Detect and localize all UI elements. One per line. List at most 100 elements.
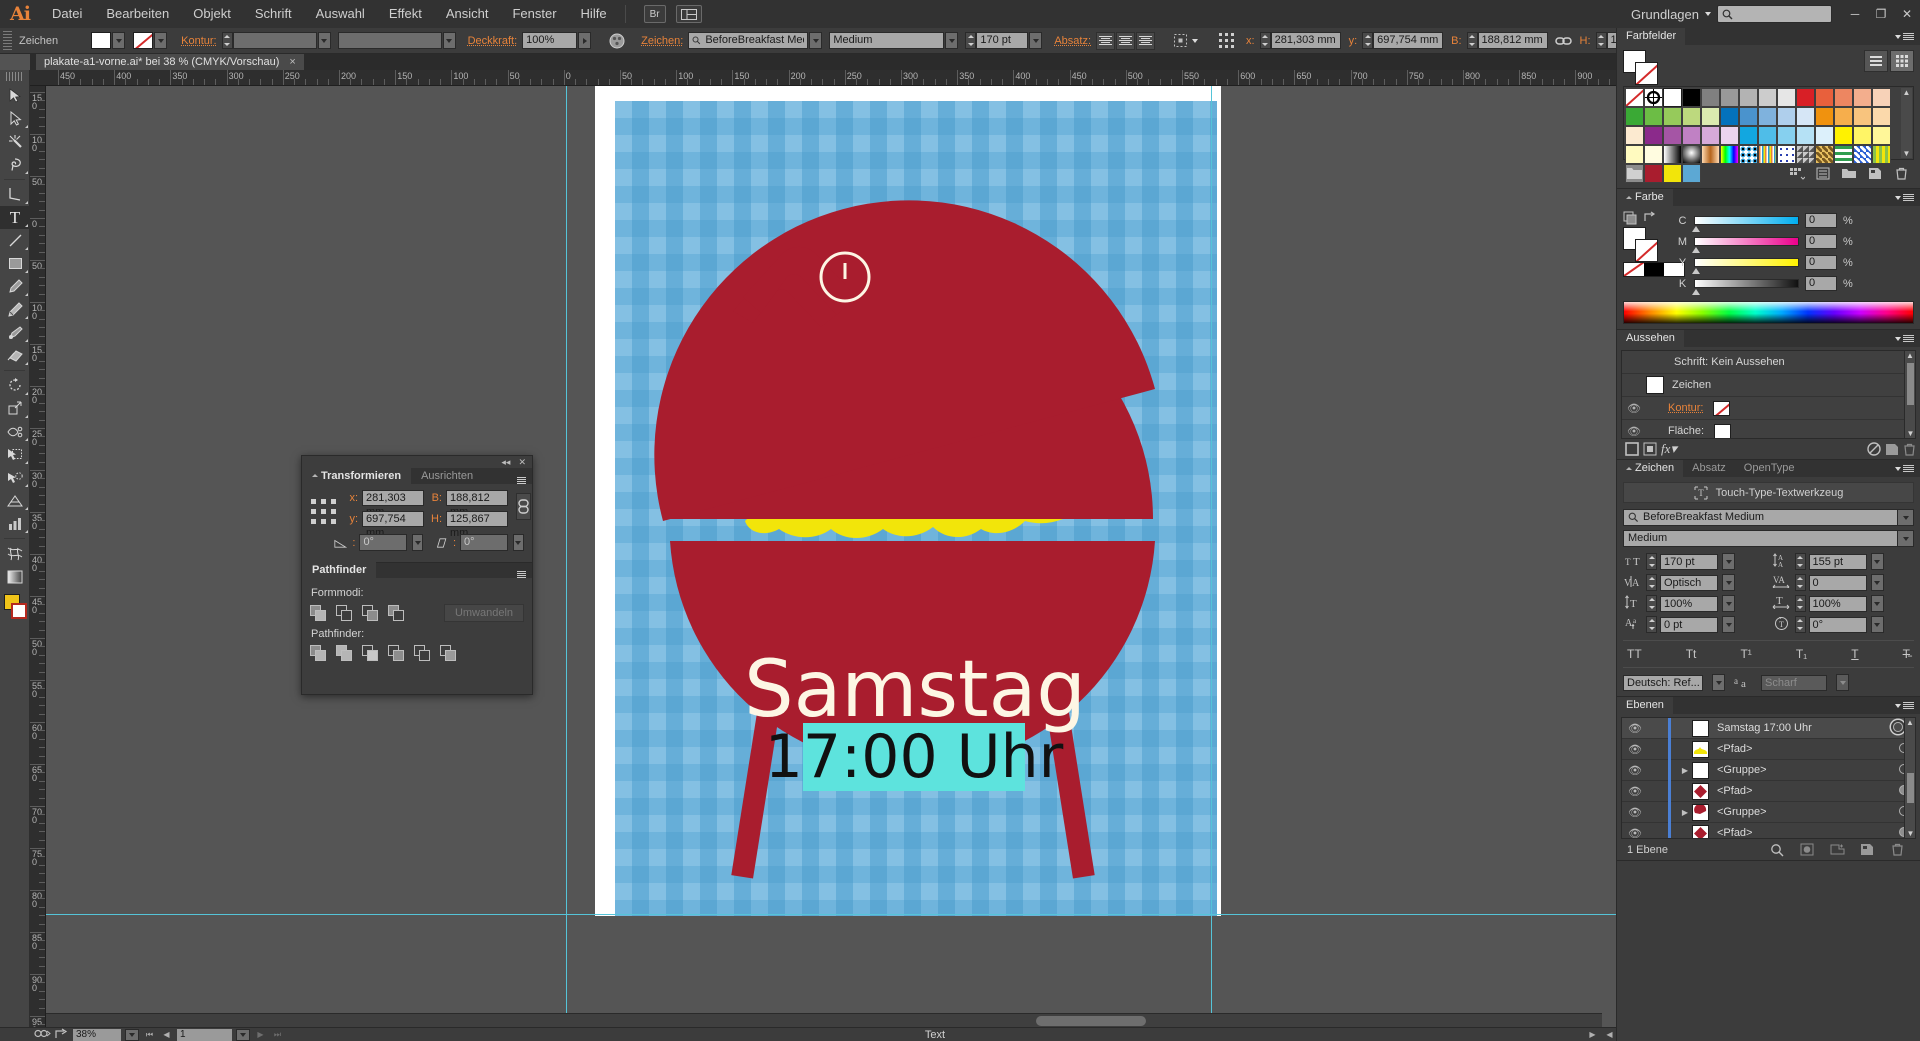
transform-dropdown-icon[interactable] — [1192, 38, 1199, 43]
swatch-item[interactable] — [1853, 107, 1872, 126]
swatches-panel-menu[interactable] — [1895, 33, 1914, 40]
gradient-tool[interactable] — [0, 565, 30, 588]
appearance-stroke-swatch[interactable] — [1713, 400, 1731, 416]
font-family-dropdown-icon[interactable] — [1898, 509, 1914, 526]
delete-layer-icon[interactable] — [1884, 841, 1910, 859]
canvas-area[interactable]: Samstag 17:00 Uhr — [46, 86, 1616, 1027]
grid-view-icon[interactable] — [1890, 50, 1914, 72]
transform-x-value[interactable]: 281,303 mm — [362, 490, 424, 518]
bridge-icon[interactable]: Br — [643, 5, 666, 23]
color-fill-stroke[interactable] — [1623, 227, 1663, 262]
direct-selection-tool[interactable] — [0, 107, 30, 130]
free-transform-tool[interactable] — [0, 443, 30, 466]
layer-row[interactable]: 👁 <Pfad> — [1622, 822, 1915, 839]
menu-objekt[interactable]: Objekt — [181, 0, 243, 28]
control-x-stepper[interactable] — [1259, 32, 1271, 49]
status-expand-icon[interactable]: ▶ — [1586, 1029, 1599, 1041]
transform-shear-value[interactable]: 0° — [460, 534, 508, 551]
swatch-item[interactable] — [1625, 164, 1644, 183]
anchor-reference-point[interactable] — [1218, 32, 1236, 50]
character-rotation-dropdown-icon[interactable] — [1870, 616, 1884, 633]
swatch-item[interactable] — [1701, 107, 1720, 126]
stroke-profile-control[interactable] — [337, 32, 456, 49]
layer-name[interactable]: <Gruppe> — [1717, 806, 1893, 818]
create-layer-icon[interactable] — [1854, 841, 1880, 859]
visibility-eye-icon[interactable]: 👁 — [1622, 425, 1646, 438]
swatch-item[interactable] — [1758, 126, 1777, 145]
layer-visibility-icon[interactable]: 👁 — [1622, 722, 1648, 735]
swatch-item[interactable] — [1644, 145, 1663, 164]
eraser-tool[interactable] — [0, 344, 30, 367]
collapse-panel-icon[interactable]: ◂◂ — [501, 457, 510, 468]
font-size-value[interactable]: 170 pt — [976, 32, 1029, 49]
swatch-item[interactable] — [1739, 88, 1758, 107]
expand-layer-icon[interactable]: ▶ — [1678, 766, 1692, 775]
swatches-fill-stroke[interactable] — [1623, 50, 1663, 85]
fx-icon[interactable]: fx▾ — [1661, 441, 1677, 457]
artboard[interactable]: Samstag 17:00 Uhr — [595, 86, 1221, 916]
channel-y-slider[interactable] — [1692, 258, 1799, 274]
magic-wand-tool[interactable] — [0, 130, 30, 153]
align-center-icon[interactable] — [1116, 31, 1136, 50]
font-size-control[interactable]: 170 pt — [965, 32, 1043, 49]
panel-menu-icon[interactable] — [1903, 194, 1914, 201]
horizontal-ruler[interactable]: 450 400 350 300 250 200 150 100 50 0 50 100 150 200 25… — [30, 70, 1616, 86]
arrange-documents-icon[interactable] — [675, 5, 702, 23]
swatch-item[interactable] — [1872, 88, 1891, 107]
layer-row[interactable]: 👁 <Pfad> — [1622, 780, 1915, 802]
fill-stroke-toggle-icon[interactable] — [1623, 211, 1637, 225]
transform-y-value[interactable]: 697,754 mm — [362, 511, 424, 539]
close-panel-icon[interactable]: ✕ — [518, 457, 526, 468]
status-collapse-icon[interactable]: ◀ — [1603, 1029, 1616, 1041]
swatch-item[interactable] — [1796, 88, 1815, 107]
tab-farbfelder[interactable]: Farbfelder — [1617, 28, 1686, 45]
swatch-item[interactable] — [1853, 126, 1872, 145]
layers-list[interactable]: 👁 Samstag 17:00 Uhr 👁 <Pfad> 👁 ▶ <Gruppe> 👁 <Pfa… — [1622, 718, 1915, 839]
kerning-stepper[interactable] — [1646, 574, 1657, 591]
selection-tool[interactable] — [0, 84, 30, 107]
line-segment-tool[interactable] — [0, 229, 30, 252]
blob-brush-tool[interactable] — [0, 321, 30, 344]
channel-m-slider[interactable] — [1692, 237, 1799, 253]
panel-menu-icon[interactable] — [1903, 465, 1914, 472]
swatch-item[interactable] — [1796, 145, 1815, 164]
kerning-dropdown-icon[interactable] — [1722, 574, 1735, 591]
swatch-item[interactable] — [1739, 126, 1758, 145]
transform-panel-menu-icon[interactable] — [517, 477, 526, 484]
layer-row[interactable]: 👁 <Pfad> — [1622, 738, 1915, 760]
font-style-dropdown-icon[interactable] — [945, 32, 959, 49]
channel-y-value[interactable]: 0 — [1805, 255, 1837, 270]
channel-k-slider[interactable] — [1692, 279, 1799, 295]
document-tab[interactable]: plakate-a1-vorne.ai* bei 38 % (CMYK/Vors… — [36, 54, 305, 70]
swatch-item[interactable] — [1758, 107, 1777, 126]
swatch-item[interactable] — [1739, 145, 1758, 164]
layer-visibility-icon[interactable]: 👁 — [1622, 827, 1648, 839]
swatch-item[interactable] — [1720, 88, 1739, 107]
layer-row[interactable]: 👁 ▶ <Gruppe> — [1622, 759, 1915, 781]
appearance-row-stroke[interactable]: 👁 Kontur: — [1622, 397, 1915, 420]
tab-opentype[interactable]: OpenType — [1735, 460, 1804, 477]
swatch-item[interactable] — [1872, 145, 1891, 164]
small-caps-icon[interactable]: Tt — [1686, 647, 1697, 661]
make-mask-icon[interactable] — [1794, 841, 1820, 859]
target-indicator[interactable] — [1893, 721, 1903, 732]
control-x-value[interactable]: 281,303 mm — [1270, 32, 1341, 49]
first-artboard-icon[interactable]: ⏮ — [143, 1029, 156, 1041]
panel-menu-icon[interactable] — [1903, 33, 1914, 40]
close-document-icon[interactable]: × — [289, 56, 295, 68]
swatches-scrollbar[interactable]: ▲ ▼ — [1901, 88, 1912, 158]
appearance-row-fill[interactable]: 👁 Fläche: — [1622, 420, 1915, 438]
artboard-number-field[interactable]: 1 — [177, 1028, 232, 1041]
menu-effekt[interactable]: Effekt — [377, 0, 434, 28]
swatch-item[interactable] — [1777, 126, 1796, 145]
swatch-item[interactable] — [1872, 107, 1891, 126]
search-input[interactable] — [1717, 5, 1832, 23]
rotate-tool[interactable] — [0, 374, 30, 397]
create-sublayer-icon[interactable] — [1824, 841, 1850, 859]
appearance-stroke-label[interactable]: Kontur: — [1668, 402, 1703, 414]
baseline-shift-dropdown-icon[interactable] — [1722, 616, 1735, 633]
all-caps-icon[interactable]: TT — [1627, 647, 1642, 661]
pencil-tool[interactable] — [0, 298, 30, 321]
swatch-item[interactable] — [1682, 126, 1701, 145]
add-new-stroke-icon[interactable] — [1625, 442, 1639, 456]
